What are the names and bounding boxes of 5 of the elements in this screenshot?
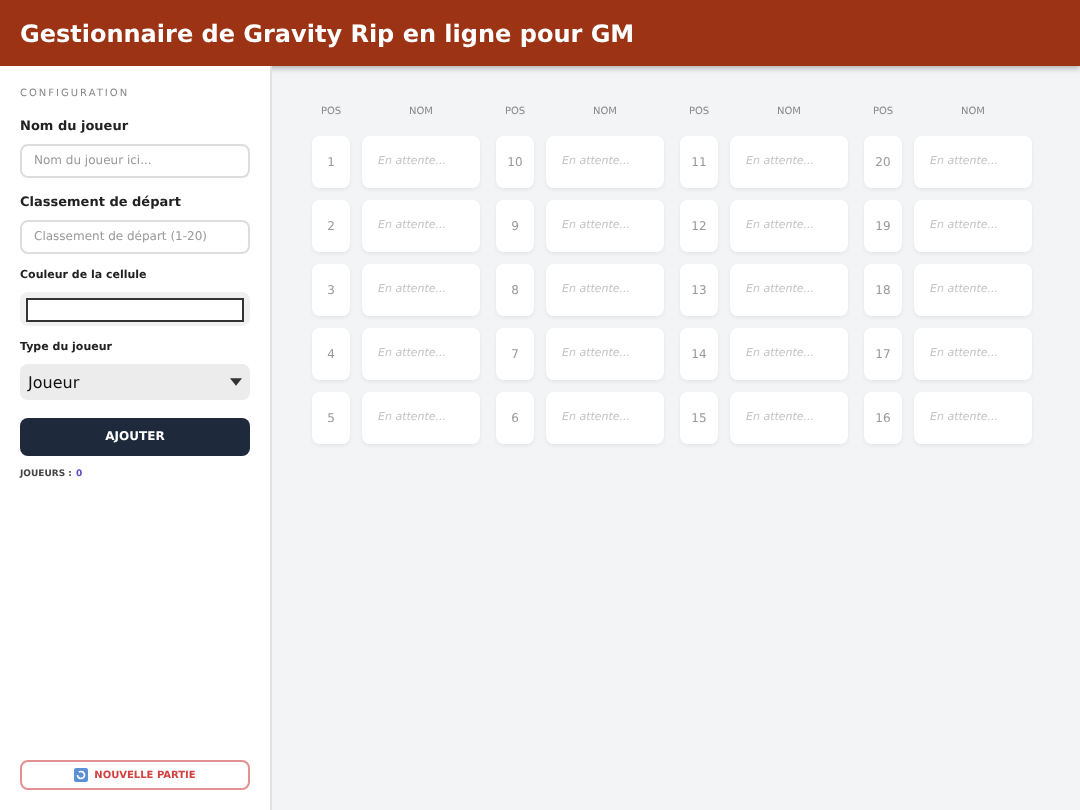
app-title: Gestionnaire de Gravity Rip en ligne pour GM [20,19,635,47]
chevron-icon [230,378,242,386]
reset-icon [74,768,89,782]
color-field[interactable] [20,292,250,326]
select-field[interactable]: Joueur [20,364,250,400]
